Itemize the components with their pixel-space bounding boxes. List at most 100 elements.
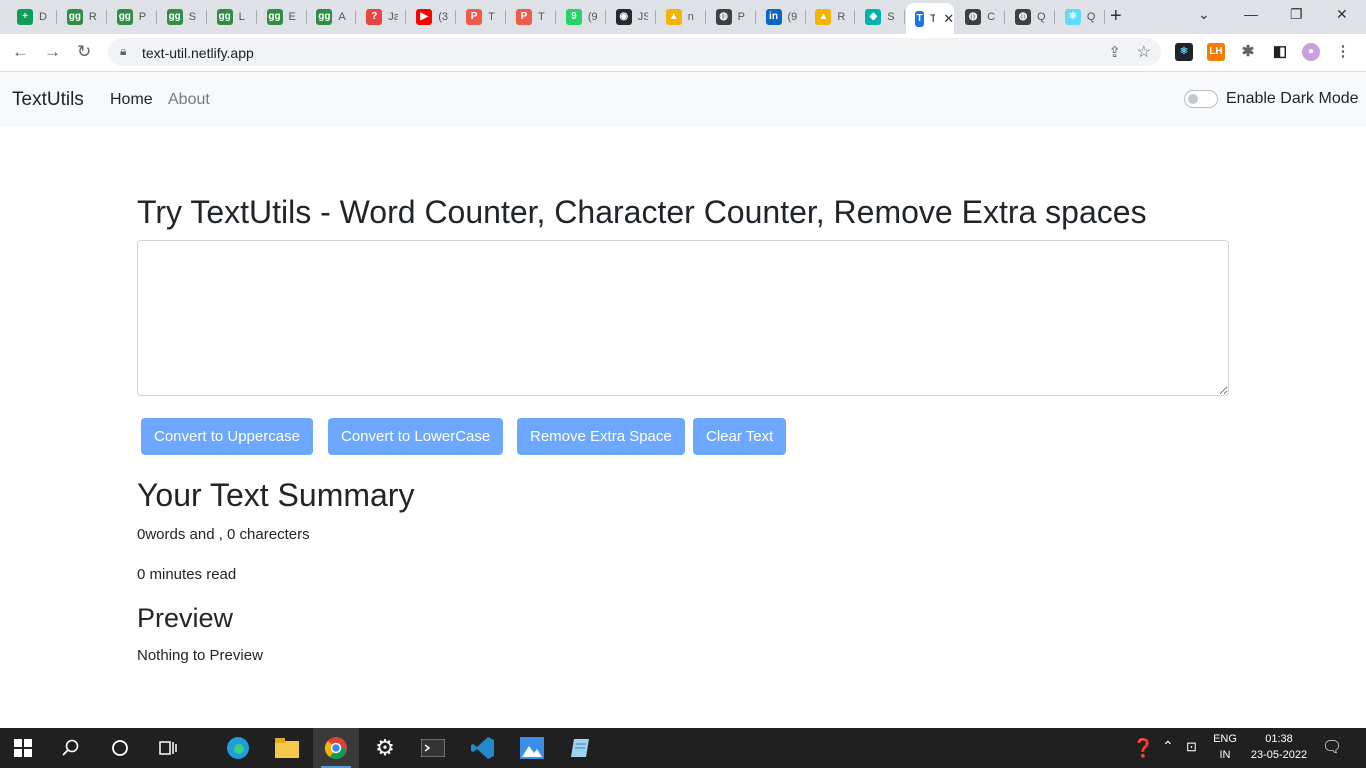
language-indicator-bottom[interactable]: IN <box>1212 749 1238 761</box>
forward-icon[interactable]: → <box>44 43 61 61</box>
dark-mode-toggle[interactable]: Enable Dark Mode <box>1184 90 1359 108</box>
tab-separator <box>804 10 806 24</box>
browser-tab[interactable]: ▶ (3 <box>407 4 457 30</box>
react-devtools-icon[interactable]: ⚛ <box>1175 43 1193 61</box>
browser-tab[interactable]: gg S <box>158 4 207 30</box>
dark-mode-label: Enable Dark Mode <box>1226 90 1359 107</box>
clear-text-button[interactable]: Clear Text <box>693 418 787 455</box>
browser-tab[interactable]: in (9 <box>757 4 806 30</box>
task-view-icon[interactable] <box>145 728 191 768</box>
close-window-button[interactable]: ✕ <box>1336 6 1348 23</box>
dark-mode-switch[interactable] <box>1184 90 1218 108</box>
tab-title: T <box>929 12 936 25</box>
browser-tab[interactable]: + D <box>8 4 57 30</box>
language-indicator-top[interactable]: ENG <box>1212 733 1238 745</box>
side-panel-icon[interactable]: ◧ <box>1271 43 1289 61</box>
brand-link[interactable]: TextUtils <box>12 89 84 111</box>
tab-separator <box>854 10 856 24</box>
clock-time[interactable]: 01:38 <box>1246 733 1312 745</box>
notepad-icon[interactable] <box>557 728 603 768</box>
tab-separator <box>654 10 656 24</box>
tab-favicon-icon: ? <box>366 9 383 25</box>
page-title: Try TextUtils - Word Counter, Character … <box>137 194 1147 230</box>
browser-tab[interactable]: ▲ R <box>806 4 856 30</box>
file-explorer-icon[interactable] <box>264 728 310 768</box>
tab-title: S <box>887 11 895 23</box>
reload-icon[interactable]: ↻ <box>77 43 91 61</box>
help-tray-icon[interactable]: ❓ <box>1132 738 1154 759</box>
tab-separator <box>1103 10 1105 24</box>
cortana-icon[interactable] <box>97 728 143 768</box>
tab-close-icon[interactable]: ✕ <box>943 11 954 27</box>
text-input-area[interactable] <box>137 240 1229 396</box>
browser-tab[interactable]: 9 (9 <box>557 4 606 30</box>
tab-separator <box>904 10 906 24</box>
browser-tab[interactable]: T T ✕ <box>906 3 955 34</box>
tab-favicon-icon: gg <box>216 9 233 25</box>
browser-tab[interactable]: ▲ n <box>657 4 706 30</box>
browser-tab[interactable]: gg L <box>208 4 257 30</box>
tab-separator <box>1054 10 1055 24</box>
browser-tab[interactable]: ◉ JS <box>607 4 656 30</box>
settings-gear-icon[interactable]: ⚙ <box>362 728 408 768</box>
search-icon[interactable] <box>48 728 94 768</box>
browser-tab[interactable]: ⚛ Q <box>1056 4 1105 30</box>
edge-icon[interactable] <box>215 728 261 768</box>
more-menu-icon[interactable]: ⋮ <box>1334 43 1352 61</box>
tab-title: T <box>488 11 495 23</box>
tab-favicon-icon: ◆ <box>865 9 882 25</box>
browser-tab[interactable]: gg A <box>307 4 357 30</box>
browser-tab[interactable]: ◍ C <box>956 4 1006 30</box>
bookmark-star-icon[interactable]: ☆ <box>1137 42 1151 62</box>
lighthouse-icon[interactable]: LH <box>1207 43 1225 61</box>
lowercase-button[interactable]: Convert to LowerCase <box>328 418 504 455</box>
browser-tab[interactable]: gg R <box>58 4 107 30</box>
browser-tab[interactable]: PT <box>457 4 507 30</box>
clock-date[interactable]: 23-05-2022 <box>1246 749 1312 761</box>
site-navbar: TextUtils Home About Enable Dark Mode <box>0 72 1366 127</box>
browser-tab[interactable]: ? Ja <box>357 4 407 30</box>
uppercase-button[interactable]: Convert to Uppercase <box>141 418 313 455</box>
restore-button[interactable]: ❐ <box>1290 6 1303 23</box>
tab-search-icon[interactable]: ⌄ <box>1198 6 1210 23</box>
new-tab-button[interactable]: + <box>1110 6 1122 26</box>
tab-favicon-icon: 9 <box>565 9 582 25</box>
nav-about-link[interactable]: About <box>168 91 210 109</box>
preview-text: Nothing to Preview <box>137 647 263 664</box>
tab-favicon-icon: P <box>466 9 483 25</box>
extensions-puzzle-icon[interactable]: ✱ <box>1239 43 1257 61</box>
windows-start-icon[interactable] <box>0 728 46 768</box>
network-icon[interactable]: ⊡ <box>1186 739 1197 755</box>
tab-favicon-icon: gg <box>316 9 333 25</box>
browser-tab[interactable]: gg P <box>108 4 157 30</box>
lock-icon[interactable]: 🔒︎ <box>120 44 126 59</box>
browser-tab[interactable]: ◆ S <box>856 4 906 30</box>
remove-extra-space-button[interactable]: Remove Extra Space <box>517 418 685 455</box>
tab-separator <box>155 10 157 24</box>
tab-separator <box>704 10 706 24</box>
photos-icon[interactable] <box>509 728 555 768</box>
chrome-taskbar-icon[interactable] <box>313 728 359 768</box>
browser-tab[interactable]: PT <box>507 4 556 30</box>
url-text[interactable]: text-util.netlify.app <box>142 45 254 61</box>
address-bar[interactable]: 🔒︎ text-util.netlify.app ⇪ ☆ <box>108 38 1161 66</box>
summary-counts: 0words and , 0 charecters <box>137 526 310 543</box>
tab-separator <box>455 10 457 24</box>
tab-separator <box>105 10 107 24</box>
share-icon[interactable]: ⇪ <box>1108 43 1121 61</box>
browser-tab[interactable]: gg E <box>258 4 307 30</box>
minimize-button[interactable]: — <box>1244 6 1258 22</box>
nav-home-link[interactable]: Home <box>110 91 153 109</box>
notifications-icon[interactable]: 🗨︎ <box>1322 737 1342 757</box>
terminal-icon[interactable] <box>410 728 456 768</box>
browser-tab[interactable]: ◍ P <box>707 4 756 30</box>
back-icon[interactable]: ← <box>12 43 29 61</box>
profile-avatar[interactable]: ● <box>1302 43 1320 61</box>
tab-title: D <box>39 11 47 23</box>
vscode-icon[interactable] <box>460 728 506 768</box>
tab-separator <box>405 10 407 24</box>
summary-heading: Your Text Summary <box>137 477 415 513</box>
show-hidden-icons-icon[interactable]: ⌃ <box>1162 738 1174 755</box>
tab-favicon-icon: ◍ <box>965 9 982 25</box>
browser-tab[interactable]: ◍ Q <box>1006 4 1055 30</box>
